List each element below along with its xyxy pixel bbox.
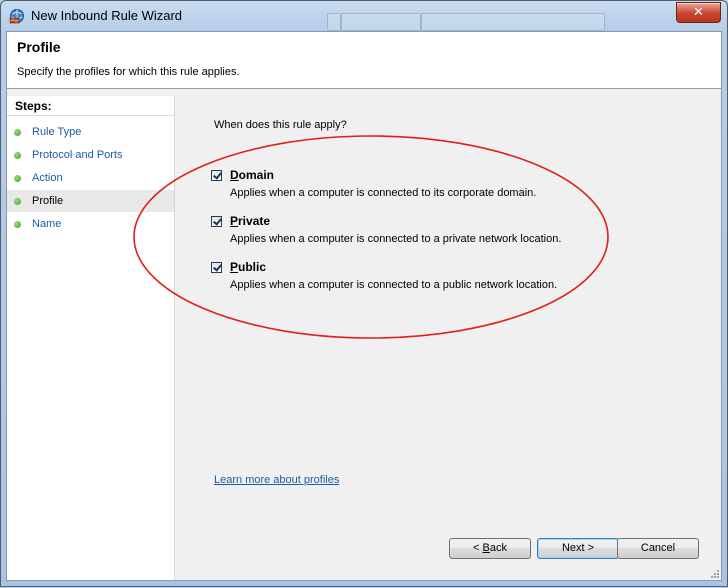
firewall-icon	[9, 9, 24, 24]
content-panel: When does this rule apply? Domain Applie…	[181, 96, 719, 580]
learn-more-link[interactable]: Learn more about profiles	[214, 474, 339, 486]
step-protocol-and-ports[interactable]: Protocol and Ports	[7, 144, 174, 166]
step-complete-icon	[14, 129, 21, 136]
close-button[interactable]: ✕	[676, 2, 721, 23]
background-window-tabs	[327, 1, 627, 31]
domain-checkbox[interactable]	[211, 170, 222, 181]
title-bar[interactable]: New Inbound Rule Wizard ✕	[1, 1, 727, 31]
step-profile[interactable]: Profile	[7, 190, 174, 212]
page-description: Specify the profiles for which this rule…	[17, 66, 240, 78]
cancel-button[interactable]: Cancel	[617, 538, 699, 559]
private-label[interactable]: Private	[230, 214, 270, 228]
window-title: New Inbound Rule Wizard	[31, 8, 183, 23]
domain-label[interactable]: Domain	[230, 168, 274, 182]
private-description: Applies when a computer is connected to …	[230, 233, 562, 245]
next-button[interactable]: Next >	[537, 538, 619, 559]
page-title: Profile	[17, 39, 61, 55]
public-checkbox[interactable]	[211, 262, 222, 273]
step-action[interactable]: Action	[7, 167, 174, 189]
step-name[interactable]: Name	[7, 213, 174, 235]
back-button[interactable]: < Back	[449, 538, 531, 559]
wizard-client: Profile Specify the profiles for which t…	[6, 31, 722, 581]
wizard-header: Profile Specify the profiles for which t…	[7, 32, 721, 89]
resize-grip-icon[interactable]	[709, 568, 719, 578]
step-label: Action	[32, 172, 63, 184]
step-label: Protocol and Ports	[32, 149, 123, 161]
public-label[interactable]: Public	[230, 260, 266, 274]
private-checkbox[interactable]	[211, 216, 222, 227]
wizard-window: New Inbound Rule Wizard ✕ Profile Specif…	[0, 0, 728, 587]
step-complete-icon	[14, 175, 21, 182]
step-complete-icon	[14, 198, 21, 205]
step-complete-icon	[14, 152, 21, 159]
step-rule-type[interactable]: Rule Type	[7, 121, 174, 143]
step-complete-icon	[14, 221, 21, 228]
steps-panel: Steps: Rule Type Protocol and Ports Acti…	[7, 96, 175, 580]
steps-heading: Steps:	[7, 96, 174, 116]
question-label: When does this rule apply?	[214, 119, 347, 131]
step-label: Rule Type	[32, 126, 82, 138]
step-label: Name	[32, 218, 62, 230]
public-description: Applies when a computer is connected to …	[230, 279, 558, 291]
step-label: Profile	[32, 195, 64, 207]
domain-description: Applies when a computer is connected to …	[230, 187, 537, 199]
